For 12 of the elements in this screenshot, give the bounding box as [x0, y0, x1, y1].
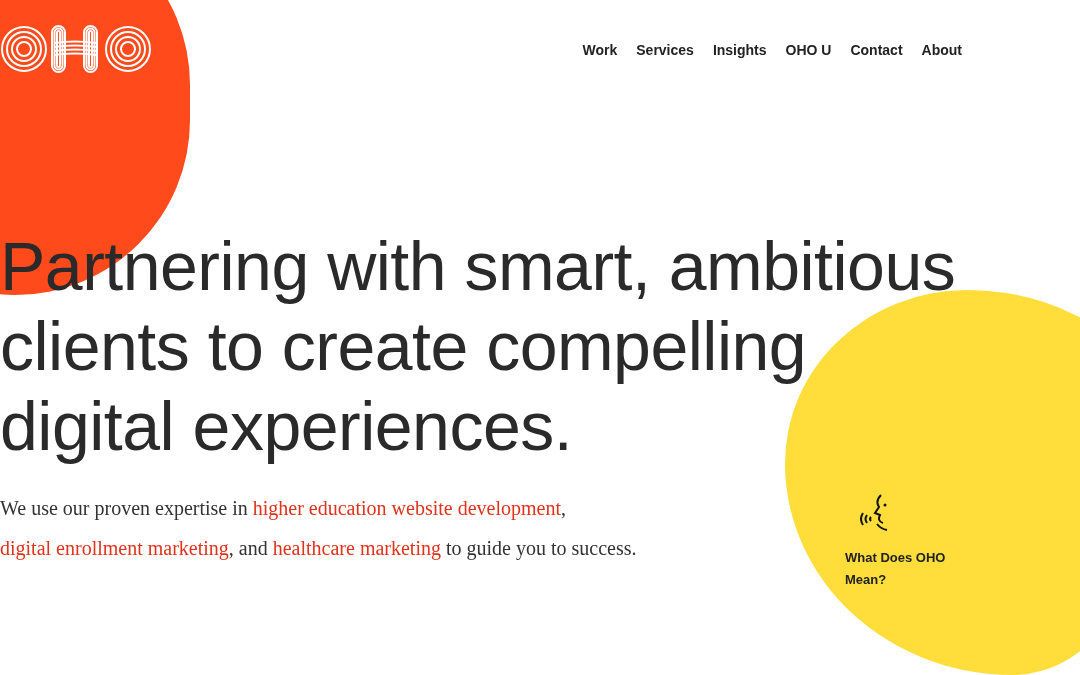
intro-paragraph: We use our proven expertise in higher education website development, digital enrollment marketing, and healthcare marketing to guide you to success.	[0, 496, 638, 562]
nav-link[interactable]: Work	[582, 40, 618, 61]
nav-link[interactable]: OHO U	[785, 40, 832, 61]
text-link[interactable]: digital enrollment marketing	[0, 537, 229, 559]
nav-link[interactable]: About	[921, 40, 962, 61]
text-link[interactable]: higher education website development	[252, 497, 561, 519]
nav-link[interactable]: Insights	[712, 40, 767, 61]
nav-link[interactable]: Services	[636, 40, 694, 61]
text-link[interactable]: healthcare marketing	[272, 537, 441, 559]
callout-link[interactable]: What Does OHO Mean?	[845, 547, 965, 591]
nav-link[interactable]: Contact	[850, 40, 903, 61]
logo-drawing[interactable]	[0, 24, 152, 76]
